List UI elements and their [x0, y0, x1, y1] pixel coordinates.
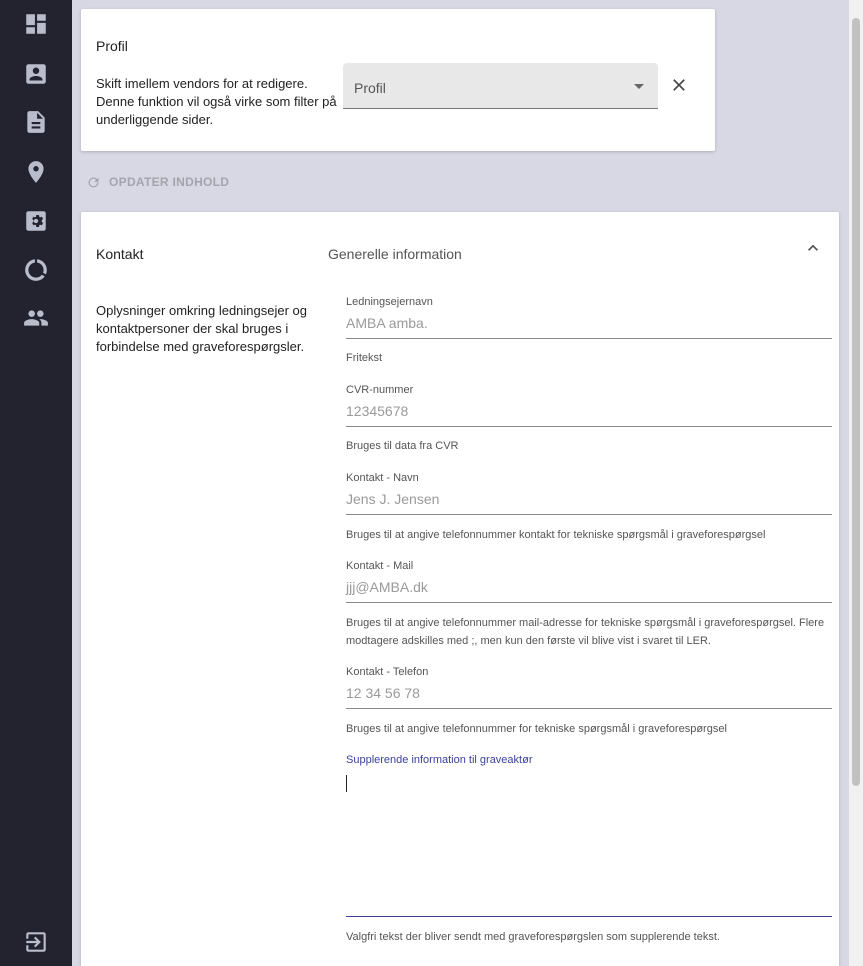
owner-name-input[interactable]: AMBA amba. — [346, 309, 832, 339]
progress-icon[interactable] — [22, 256, 50, 284]
sidebar — [0, 0, 72, 966]
contact-mail-field: Kontakt - Mail jjj@AMBA.dk — [346, 559, 832, 603]
supplement-label: Supplerende information til graveaktør — [346, 754, 533, 766]
account-box-icon[interactable] — [22, 60, 50, 88]
cvr-helper: Bruges til data fra CVR — [346, 440, 459, 452]
update-content-button[interactable]: OPDATER INDHOLD — [86, 172, 229, 192]
contact-card: Kontakt Generelle information Oplysninge… — [81, 212, 839, 966]
people-icon[interactable] — [22, 304, 50, 332]
contact-mail-input[interactable]: jjj@AMBA.dk — [346, 573, 832, 603]
contact-phone-helper: Bruges til at angive telefonnummer for t… — [346, 723, 727, 735]
supplement-helper: Valgfri tekst der bliver sendt med grave… — [346, 931, 720, 943]
chevron-up-icon[interactable] — [803, 238, 823, 258]
cvr-field: CVR-nummer 12345678 — [346, 383, 832, 427]
update-content-label: OPDATER INDHOLD — [109, 175, 230, 189]
contact-phone-field: Kontakt - Telefon 12 34 56 78 — [346, 665, 832, 709]
owner-name-field: Ledningsejernavn AMBA amba. — [346, 295, 832, 339]
settings-box-icon[interactable] — [22, 207, 50, 235]
section-subtitle: Generelle information — [328, 246, 462, 262]
section-title: Kontakt — [96, 246, 144, 262]
vendor-select[interactable]: Profil — [343, 63, 658, 109]
contact-name-label: Kontakt - Navn — [346, 472, 419, 484]
dashboard-icon[interactable] — [22, 10, 50, 38]
vendor-select-value: Profil — [354, 80, 386, 96]
cvr-label: CVR-nummer — [346, 384, 414, 396]
document-icon[interactable] — [22, 108, 50, 136]
contact-mail-helper: Bruges til at angive telefonnummer mail-… — [346, 617, 825, 647]
refresh-icon — [88, 177, 99, 187]
page-scrollbar-thumb[interactable] — [852, 18, 860, 786]
chevron-down-icon — [634, 84, 644, 89]
cvr-input[interactable]: 12345678 — [346, 397, 832, 427]
contact-phone-label: Kontakt - Telefon — [346, 666, 429, 678]
profile-description: Skift imellem vendors for at redigere. D… — [96, 76, 337, 127]
text-cursor — [346, 775, 347, 792]
close-icon[interactable] — [669, 75, 689, 95]
section-description: Oplysninger omkring ledningsejer og kont… — [96, 303, 308, 354]
contact-name-helper: Bruges til at angive telefonnummer konta… — [346, 529, 766, 541]
owner-name-label: Ledningsejernavn — [346, 296, 433, 308]
owner-name-helper: Fritekst — [346, 352, 383, 364]
contact-name-field: Kontakt - Navn Jens J. Jensen — [346, 471, 832, 515]
location-pin-icon[interactable] — [22, 158, 50, 186]
profile-card: Profil Skift imellem vendors for at redi… — [81, 9, 715, 151]
contact-name-input[interactable]: Jens J. Jensen — [346, 485, 832, 515]
contact-mail-label: Kontakt - Mail — [346, 560, 414, 572]
contact-phone-input[interactable]: 12 34 56 78 — [346, 679, 832, 709]
profile-card-title: Profil — [96, 38, 128, 54]
logout-icon[interactable] — [22, 928, 50, 956]
supplement-textarea[interactable] — [346, 774, 832, 917]
